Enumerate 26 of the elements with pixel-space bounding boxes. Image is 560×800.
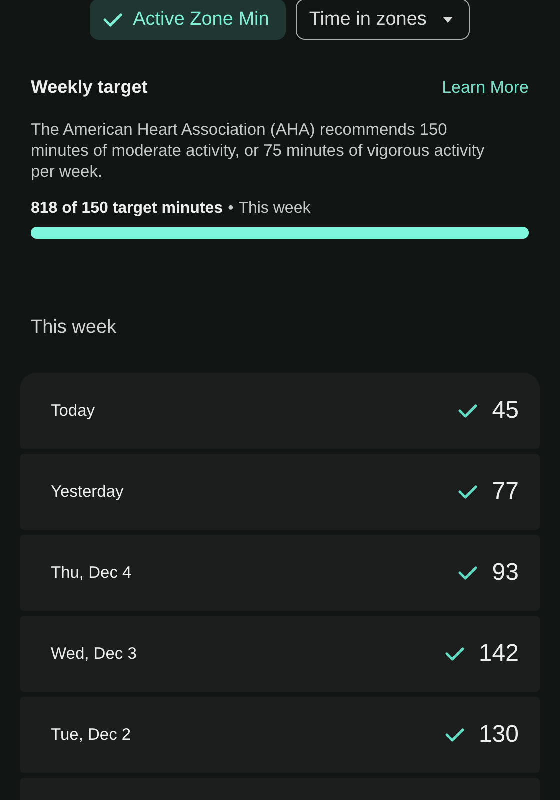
minutes-value: 45 xyxy=(492,397,519,425)
day-label: Today xyxy=(51,402,96,420)
day-row[interactable]: Wed, Dec 3 142 xyxy=(20,616,540,692)
day-label: Wed, Dec 3 xyxy=(51,644,137,664)
minutes-value: 142 xyxy=(478,640,519,668)
description-text: The American Heart Association (AHA) recommends 150 minutes of moderate activity, or 75 minutes of vigorous activity per week. xyxy=(31,120,486,183)
filter-chip[interactable]: Active Zone Min xyxy=(90,0,286,40)
separator-dot: • xyxy=(228,200,234,218)
minutes-value: 130 xyxy=(478,721,519,749)
learn-more-link[interactable]: Learn More xyxy=(442,78,529,98)
day-row[interactable]: Thu, Dec 4 93 xyxy=(20,535,540,611)
day-label: Yesterday xyxy=(51,482,124,502)
section-title: This week xyxy=(30,316,118,339)
minutes-value: 77 xyxy=(492,478,519,506)
day-row[interactable]: Yesterday 77 xyxy=(20,454,540,530)
day-row[interactable]: Today 45 xyxy=(20,373,540,449)
day-row[interactable]: Tue, Dec 2 130 xyxy=(20,697,540,773)
progress-period: This week xyxy=(238,200,311,218)
filter-chip[interactable]: Time in zones xyxy=(296,0,470,40)
progress-label: 818 of 150 target minutes xyxy=(31,200,224,218)
day-label: Tue, Dec 2 xyxy=(51,726,132,744)
section-title: Weekly target xyxy=(31,77,148,98)
caret-icon xyxy=(442,16,453,22)
minutes-value: 93 xyxy=(492,559,519,587)
check-icon xyxy=(103,12,124,28)
day-label: Thu, Dec 4 xyxy=(51,564,132,582)
